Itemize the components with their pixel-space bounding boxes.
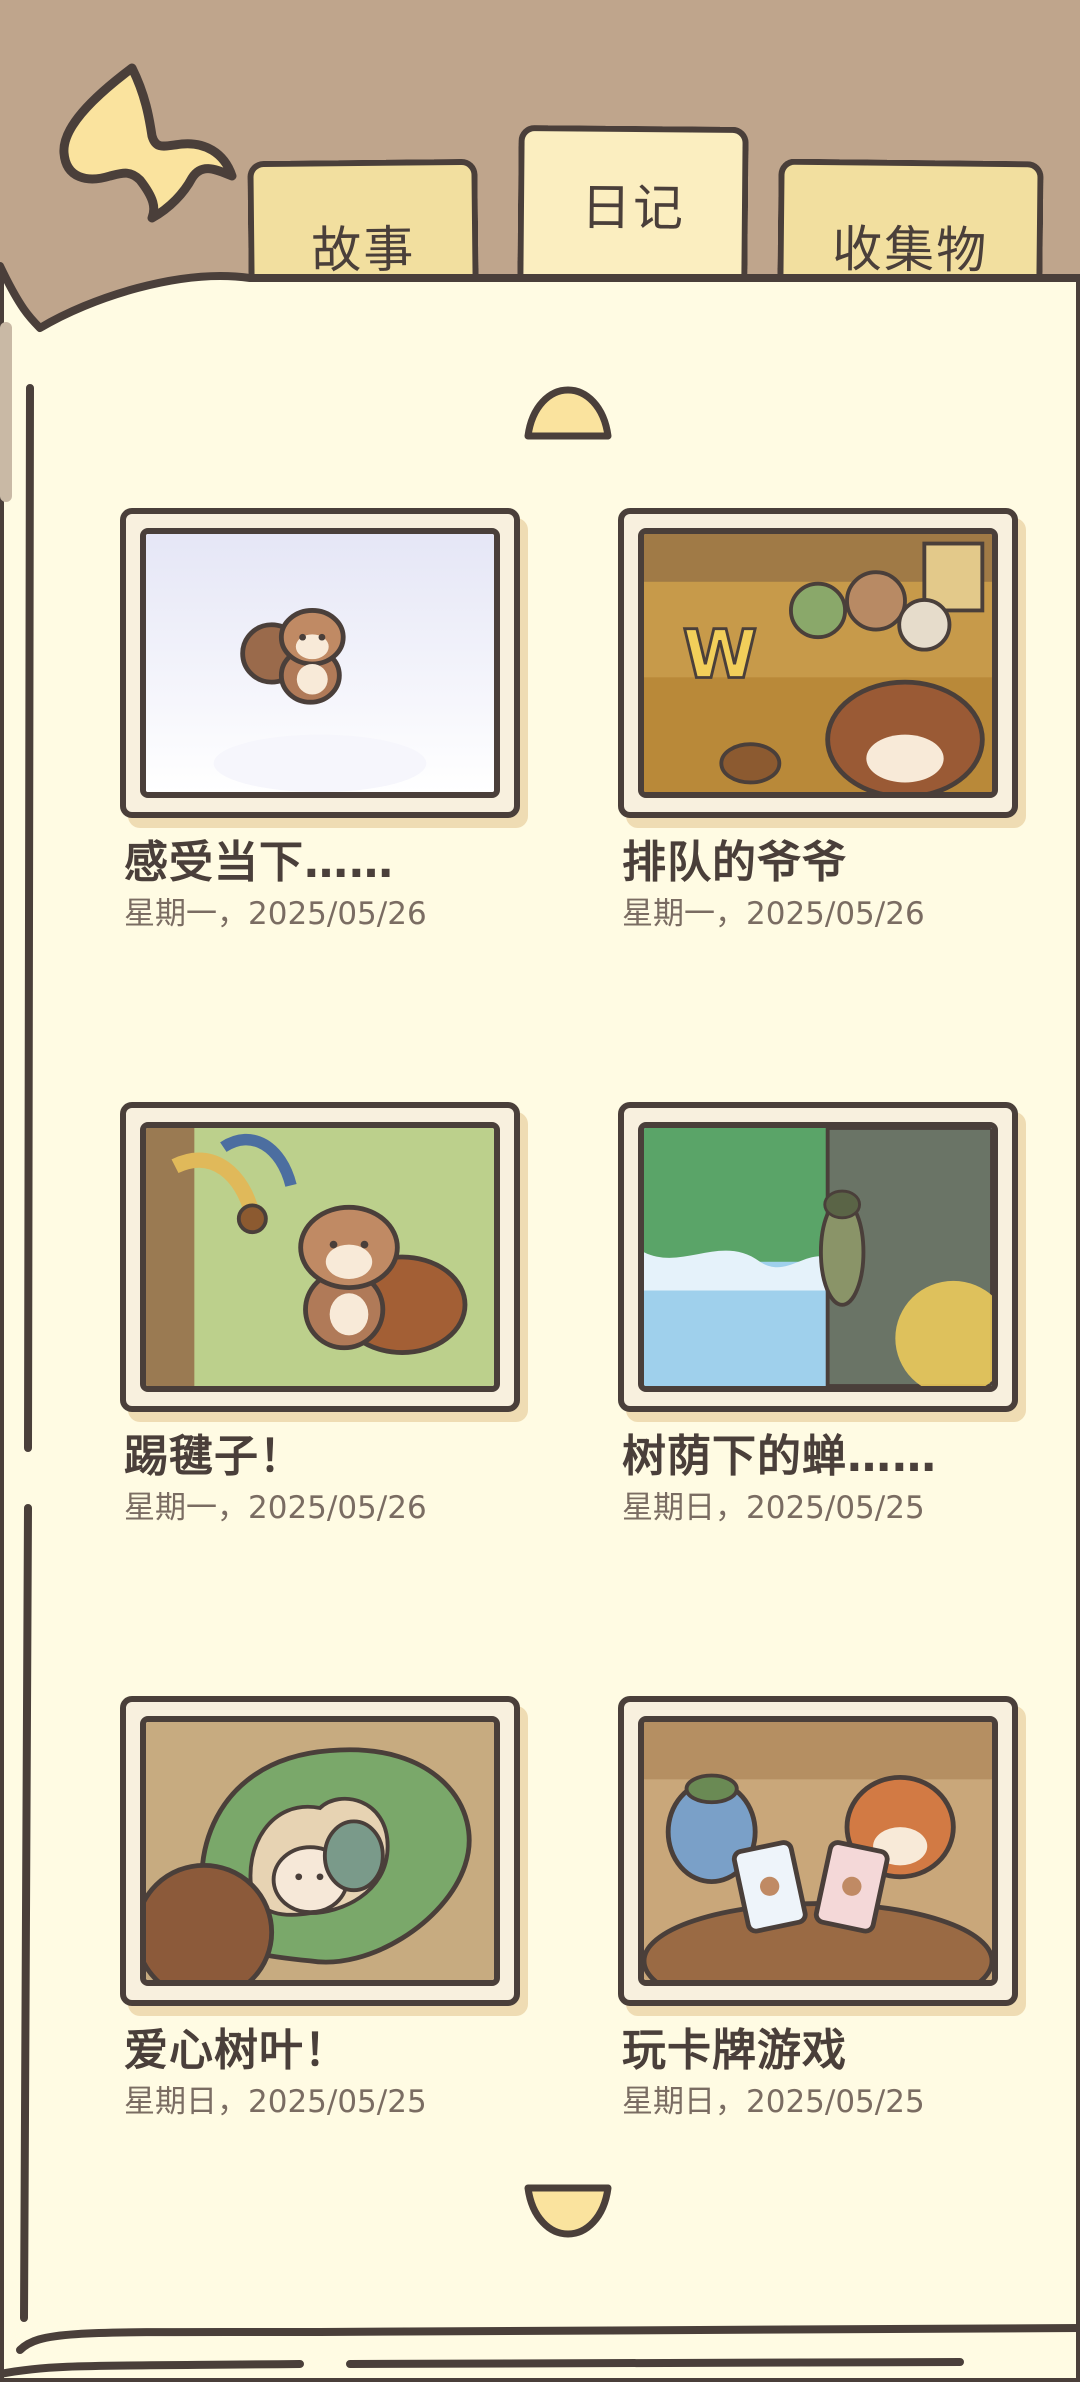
diary-entry-card[interactable] [120,1696,520,2006]
entry-date: 星期一，2025/05/26 [124,1490,427,1526]
diary-entry-card[interactable] [120,508,520,818]
entry-title: 爱心树叶！ [124,2025,349,2076]
entry-date: 星期一，2025/05/26 [622,896,925,932]
entry-title: 玩卡牌游戏 [622,2025,847,2076]
diary-entry-card[interactable] [120,1102,520,1412]
entry-thumbnail [140,1716,500,1986]
page-down-button[interactable] [522,2182,614,2240]
entry-date: 星期日，2025/05/25 [622,2084,925,2120]
page-up-arrow-icon [524,386,612,440]
entry-title: 树荫下的蝉…… [622,1431,937,1482]
entry-thumbnail: W [638,528,998,798]
back-arrow-icon [59,63,237,223]
entry-date: 星期一，2025/05/26 [124,896,427,932]
page-up-button[interactable] [522,384,614,442]
diary-entry-card[interactable] [618,1102,1018,1412]
tab-diary-label: 日记 [580,178,686,238]
back-button[interactable] [52,58,242,228]
entry-date: 星期日，2025/05/25 [622,1490,925,1526]
entry-date: 星期日，2025/05/25 [124,2084,427,2120]
diary-entry-card[interactable]: W [618,508,1018,818]
diary-entry-card[interactable] [618,1696,1018,2006]
entry-thumbnail [638,1716,998,1986]
entry-thumbnail [140,1122,500,1392]
entry-thumbnail [638,1122,998,1392]
page-down-arrow-icon [524,2184,612,2238]
entry-title: 踢毽子！ [124,1431,304,1482]
entry-thumbnail [140,528,500,798]
entry-title: 感受当下…… [124,837,394,888]
entry-title: 排队的爷爷 [622,837,847,888]
svg-text:W: W [683,616,758,694]
